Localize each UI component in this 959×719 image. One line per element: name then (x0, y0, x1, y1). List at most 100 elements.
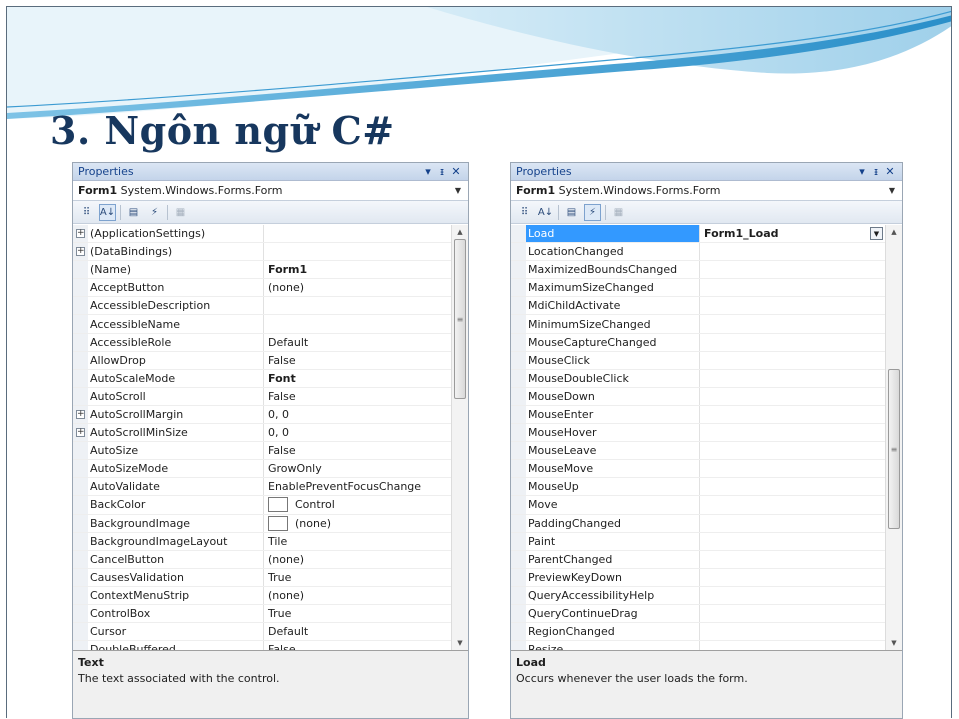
event-row[interactable]: MouseHover (511, 424, 885, 443)
property-value[interactable]: Default (264, 336, 451, 349)
pin-icon[interactable]: ᵻ (869, 165, 883, 178)
expand-plus-icon[interactable]: + (76, 229, 85, 239)
event-row[interactable]: LocationChanged (511, 243, 885, 262)
event-row[interactable]: MouseDoubleClick (511, 369, 885, 388)
event-row[interactable]: Load Form1_Load ▼ (511, 225, 885, 244)
property-row[interactable]: AutoValidate EnablePreventFocusChange (73, 478, 451, 497)
property-row[interactable]: AutoSize False (73, 442, 451, 461)
property-row[interactable]: + AutoScrollMinSize 0, 0 (73, 424, 451, 443)
property-row[interactable]: + (ApplicationSettings) (73, 225, 451, 244)
object-selector[interactable]: Form1 System.Windows.Forms.Form ▼ (511, 181, 902, 201)
property-row[interactable]: + AutoScrollMargin 0, 0 (73, 405, 451, 425)
event-row[interactable]: MaximizedBoundsChanged (511, 261, 885, 280)
event-row[interactable]: MouseDown (511, 387, 885, 406)
event-row[interactable]: MouseMove (511, 460, 885, 479)
event-row[interactable]: ParentChanged (511, 550, 885, 569)
property-row[interactable]: (Name) Form1 (73, 261, 451, 280)
property-value[interactable]: True (264, 607, 451, 620)
scroll-up-icon[interactable]: ▲ (886, 225, 902, 239)
events-lightning-icon[interactable]: ⚡ (584, 203, 601, 221)
property-row[interactable]: Cursor Default (73, 623, 451, 642)
property-row[interactable]: AccessibleRole Default (73, 333, 451, 352)
event-row[interactable]: MaximumSizeChanged (511, 279, 885, 298)
alphabetical-sort-icon[interactable]: A↓ (99, 203, 116, 221)
event-row[interactable]: MouseClick (511, 351, 885, 370)
property-row[interactable]: AutoSizeMode GrowOnly (73, 460, 451, 479)
expand-plus-icon[interactable]: + (76, 428, 85, 438)
property-value[interactable]: True (264, 571, 451, 584)
categorized-icon[interactable]: ⠿ (516, 204, 533, 221)
property-value[interactable]: GrowOnly (264, 462, 451, 475)
scroll-thumb[interactable]: ≡ (454, 239, 466, 399)
property-value[interactable]: False (264, 643, 451, 650)
event-row[interactable]: MinimumSizeChanged (511, 315, 885, 334)
dropdown-arrow-icon[interactable]: ▾ (421, 165, 435, 178)
pin-icon[interactable]: ᵻ (435, 165, 449, 178)
event-row[interactable]: MouseEnter (511, 405, 885, 425)
property-value[interactable]: (none) (264, 281, 451, 294)
property-value[interactable]: 0, 0 (264, 426, 451, 439)
chevron-down-icon[interactable]: ▼ (453, 186, 463, 195)
property-value[interactable]: False (264, 390, 451, 403)
property-value[interactable]: False (264, 444, 451, 457)
scroll-down-icon[interactable]: ▼ (886, 636, 902, 650)
event-row[interactable]: QueryAccessibilityHelp (511, 586, 885, 605)
property-value[interactable]: Font (264, 372, 451, 385)
property-row[interactable]: AcceptButton (none) (73, 279, 451, 298)
event-row[interactable]: MouseUp (511, 478, 885, 497)
property-row[interactable]: AccessibleDescription (73, 297, 451, 316)
property-row[interactable]: BackgroundImage (none) (73, 514, 451, 533)
property-row[interactable]: AutoScroll False (73, 387, 451, 406)
event-row[interactable]: PaddingChanged (511, 514, 885, 533)
expand-plus-icon[interactable]: + (76, 409, 85, 419)
event-row[interactable]: RegionChanged (511, 623, 885, 642)
property-value[interactable]: (none) (264, 515, 451, 531)
property-row[interactable]: AccessibleName (73, 315, 451, 334)
property-row[interactable]: + (DataBindings) (73, 243, 451, 262)
object-selector[interactable]: Form1 System.Windows.Forms.Form ▼ (73, 181, 468, 201)
event-row[interactable]: Resize (511, 641, 885, 650)
property-row[interactable]: BackgroundImageLayout Tile (73, 532, 451, 551)
dropdown-arrow-icon[interactable]: ▾ (855, 165, 869, 178)
scroll-thumb[interactable]: ≡ (888, 369, 900, 530)
property-row[interactable]: ControlBox True (73, 604, 451, 624)
event-row[interactable]: MouseCaptureChanged (511, 333, 885, 352)
property-value[interactable]: Control (264, 497, 451, 513)
property-row[interactable]: AutoScaleMode Font (73, 369, 451, 388)
expand-plus-icon[interactable]: + (76, 247, 85, 257)
property-row[interactable]: BackColor Control (73, 496, 451, 515)
property-value[interactable]: Tile (264, 535, 451, 548)
event-row[interactable]: PreviewKeyDown (511, 568, 885, 587)
scroll-up-icon[interactable]: ▲ (452, 225, 468, 239)
event-handler[interactable]: Form1_Load ▼ (700, 227, 885, 241)
handler-dropdown-icon[interactable]: ▼ (870, 227, 883, 241)
vertical-scrollbar[interactable]: ▲ ≡ ▼ (451, 225, 468, 650)
close-icon[interactable]: ✕ (449, 165, 463, 178)
property-value[interactable]: (none) (264, 553, 451, 566)
event-row[interactable]: MdiChildActivate (511, 297, 885, 316)
event-row[interactable]: Paint (511, 532, 885, 551)
event-row[interactable]: Move (511, 496, 885, 515)
property-value[interactable]: Default (264, 625, 451, 638)
close-icon[interactable]: ✕ (883, 165, 897, 178)
event-row[interactable]: MouseLeave (511, 442, 885, 461)
property-value[interactable]: EnablePreventFocusChange (264, 480, 451, 493)
properties-view-icon[interactable]: ▤ (563, 204, 580, 221)
property-value[interactable]: Form1 (264, 263, 451, 276)
properties-view-icon[interactable]: ▤ (125, 204, 142, 221)
vertical-scrollbar[interactable]: ▲ ≡ ▼ (885, 225, 902, 650)
property-row[interactable]: AllowDrop False (73, 351, 451, 370)
chevron-down-icon[interactable]: ▼ (887, 186, 897, 195)
property-value[interactable]: (none) (264, 589, 451, 602)
property-row[interactable]: ContextMenuStrip (none) (73, 586, 451, 605)
property-row[interactable]: CausesValidation True (73, 568, 451, 587)
events-lightning-icon[interactable]: ⚡ (146, 204, 163, 221)
alphabetical-sort-icon[interactable]: A↓ (537, 204, 554, 221)
categorized-icon[interactable]: ⠿ (78, 204, 95, 221)
event-row[interactable]: QueryContinueDrag (511, 604, 885, 624)
property-row[interactable]: DoubleBuffered False (73, 641, 451, 650)
property-value[interactable]: False (264, 354, 451, 367)
scroll-down-icon[interactable]: ▼ (452, 636, 468, 650)
property-row[interactable]: CancelButton (none) (73, 550, 451, 569)
property-value[interactable]: 0, 0 (264, 408, 451, 421)
